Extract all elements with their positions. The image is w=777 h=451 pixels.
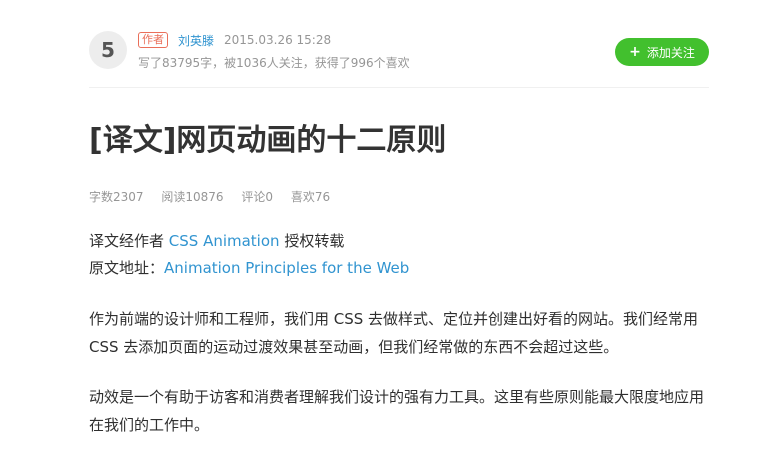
author-info-line: 作者 刘英滕 2015.03.26 15:28 bbox=[138, 31, 331, 49]
follow-button[interactable]: + 添加关注 bbox=[615, 38, 709, 66]
original-url-line: 原文地址：Animation Principles for the Web bbox=[89, 255, 409, 282]
css-animation-link[interactable]: CSS Animation bbox=[169, 232, 280, 250]
avatar[interactable]: 5 bbox=[89, 31, 127, 69]
author-bar: 5 作者 刘英滕 2015.03.26 15:28 写了83795字，被1036… bbox=[89, 29, 709, 73]
article-meta: 字数2307 阅读10876 评论0 喜欢76 bbox=[89, 188, 344, 205]
author-badge: 作者 bbox=[138, 32, 168, 48]
article-paragraph: 作为前端的设计师和工程师，我们用 CSS 去做样式、定位并创建出好看的网站。我们… bbox=[89, 310, 699, 356]
header-divider bbox=[89, 87, 709, 88]
author-name-link[interactable]: 刘英滕 bbox=[178, 32, 214, 49]
plus-icon: + bbox=[629, 44, 641, 60]
read-count: 阅读10876 bbox=[161, 190, 224, 204]
comment-count: 评论0 bbox=[241, 190, 274, 204]
original-url-prefix: 原文地址： bbox=[89, 259, 165, 277]
original-article-link[interactable]: Animation Principles for the Web bbox=[164, 259, 409, 277]
follow-button-label: 添加关注 bbox=[646, 45, 695, 60]
publish-time: 2015.03.26 15:28 bbox=[224, 33, 332, 47]
like-count: 喜欢76 bbox=[290, 190, 331, 204]
credit-suffix: 授权转载 bbox=[279, 232, 345, 250]
article-paragraph: 动效是一个有助于访客和消费者理解我们设计的强有力工具。这里有些原则能最大限度地应… bbox=[89, 388, 705, 434]
credit-prefix: 译文经作者 bbox=[89, 232, 169, 250]
translation-source: 译文经作者 CSS Animation 授权转载 原文地址：Animation … bbox=[89, 228, 409, 282]
word-count: 字数2307 bbox=[89, 190, 144, 204]
article-title: [译文]网页动画的十二原则 bbox=[89, 123, 447, 158]
author-credit-line: 译文经作者 CSS Animation 授权转载 bbox=[89, 228, 409, 255]
author-stats: 写了83795字，被1036人关注，获得了996个喜欢 bbox=[138, 56, 410, 70]
